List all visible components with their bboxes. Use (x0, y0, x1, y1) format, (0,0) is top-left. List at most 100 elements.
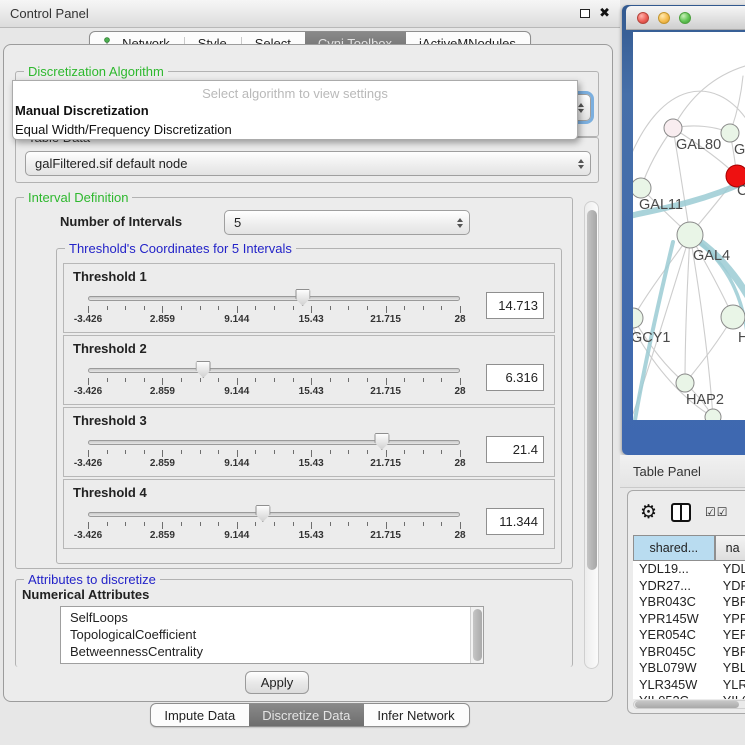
slider-thumb[interactable] (255, 505, 270, 522)
table-hscrollbar[interactable] (633, 700, 745, 709)
tick-mark (88, 306, 89, 313)
tick-mark (181, 306, 182, 310)
table-row[interactable]: YBR043CYBR0 (633, 594, 745, 611)
control-panel-titlebar: Control Panel ✖ (0, 0, 620, 28)
tab-impute-data[interactable]: Impute Data (151, 704, 249, 726)
threshold-card: Threshold 2-3.4262.8599.14415.4321.71528… (63, 335, 555, 405)
scale-label: -3.426 (74, 386, 102, 397)
list-item-topologicalcoefficient[interactable]: TopologicalCoefficient (61, 626, 483, 643)
table-cell: YBR043C (633, 594, 715, 611)
tab-label: Impute Data (164, 708, 235, 723)
table-cell: YLR3 (715, 677, 745, 694)
table-row[interactable]: YBR045CYBR0 (633, 644, 745, 661)
tab-infer-network[interactable]: Infer Network (364, 704, 468, 726)
slider-thumb[interactable] (196, 361, 211, 378)
table-row[interactable]: YIL052CYIL0 (633, 693, 745, 699)
table-row[interactable]: YLR345WYLR3 (633, 677, 745, 694)
threshold-row: -3.4262.8599.14415.4321.71528 21.4 (64, 428, 554, 470)
network-view-window: GAL80GACGAL11GAL4GCY1HHAP2 (622, 5, 745, 455)
column-header-shared[interactable]: shared... (633, 535, 715, 561)
slider-track[interactable] (88, 512, 460, 517)
threshold-value-field[interactable]: 6.316 (486, 364, 544, 391)
slider-scale-labels: -3.4262.8599.14415.4321.71528 (88, 386, 460, 398)
tick-mark (181, 522, 182, 526)
tick-mark (237, 378, 238, 385)
tick-mark (125, 450, 126, 454)
dropdown-item-equal-width-frequency-discretization[interactable]: Equal Width/Frequency Discretization (13, 120, 577, 139)
network-node-gal4[interactable] (677, 222, 703, 248)
threshold-slider[interactable]: -3.4262.8599.14415.4321.71528 (88, 500, 460, 542)
gear-icon[interactable]: ⚙ (640, 503, 657, 522)
list-item-selfloops[interactable]: SelfLoops (61, 609, 483, 626)
slider-ticks (88, 522, 460, 530)
slider-scale-labels: -3.4262.8599.14415.4321.71528 (88, 530, 460, 542)
table-row[interactable]: YDL19...YDL1 (633, 561, 745, 578)
network-node-hap2[interactable] (676, 374, 694, 392)
slider-thumb[interactable] (374, 433, 389, 450)
threshold-value-field[interactable]: 11.344 (486, 508, 544, 535)
node-table: shared...na YDL19...YDL1YDR27...YDR2YBR0… (633, 535, 745, 709)
scrollbar-thumb[interactable] (635, 701, 739, 708)
number-of-intervals-combobox[interactable]: 5 (224, 210, 470, 235)
table-cell: YBL079W (633, 660, 715, 677)
threshold-slider[interactable]: -3.4262.8599.14415.4321.71528 (88, 284, 460, 326)
network-node-gal11[interactable] (633, 178, 651, 198)
network-node-gal80[interactable] (664, 119, 682, 137)
tick-mark (255, 378, 256, 382)
scale-label: 15.43 (299, 458, 324, 469)
table-row[interactable]: YBL079WYBL0 (633, 660, 745, 677)
list-scrollbar[interactable] (470, 607, 483, 663)
apply-button[interactable]: Apply (245, 671, 309, 694)
slider-thumb[interactable] (295, 289, 310, 306)
select-columns-checkboxes-icon[interactable]: ☑☑ (705, 506, 729, 518)
combo-stepper-icon[interactable] (578, 159, 584, 169)
table-row[interactable]: YPR145WYPR1 (633, 611, 745, 628)
slider-track[interactable] (88, 440, 460, 445)
slider-ticks (88, 450, 460, 458)
threshold-slider[interactable]: -3.4262.8599.14415.4321.71528 (88, 356, 460, 398)
table-cell: YDL1 (715, 561, 745, 578)
zoom-traffic-light-icon[interactable] (679, 12, 691, 24)
columns-icon[interactable] (671, 503, 691, 522)
table-row[interactable]: YDR27...YDR2 (633, 578, 745, 595)
tick-mark (423, 378, 424, 382)
network-node-unlabeled[interactable] (705, 409, 721, 420)
network-node-gcy1[interactable] (633, 308, 643, 328)
combo-stepper-icon[interactable] (578, 103, 584, 113)
threshold-slider[interactable]: -3.4262.8599.14415.4321.71528 (88, 428, 460, 470)
close-icon[interactable]: ✖ (599, 7, 610, 20)
table-cell: YPR145W (633, 611, 715, 628)
float-window-icon[interactable] (580, 9, 590, 18)
network-canvas[interactable]: GAL80GACGAL11GAL4GCY1HHAP2 (633, 32, 745, 420)
table-row[interactable]: YER054CYER0 (633, 627, 745, 644)
tab-discretize-data[interactable]: Discretize Data (249, 704, 364, 726)
group-title: Interval Definition (24, 190, 132, 205)
column-header-na[interactable]: na (715, 535, 745, 561)
group-title: Attributes to discretize (24, 572, 160, 587)
threshold-value-field[interactable]: 14.713 (486, 292, 544, 319)
node-label: HAP2 (686, 392, 724, 408)
tick-mark (293, 522, 294, 526)
tick-mark (386, 450, 387, 457)
threshold-value-field[interactable]: 21.4 (486, 436, 544, 463)
tick-mark (367, 522, 368, 526)
tick-mark (107, 306, 108, 310)
slider-track[interactable] (88, 368, 460, 373)
tick-mark (144, 306, 145, 310)
scrollbar-thumb[interactable] (587, 210, 597, 570)
minimize-traffic-light-icon[interactable] (658, 12, 670, 24)
network-node-h[interactable] (721, 305, 745, 329)
combo-stepper-icon[interactable] (457, 218, 463, 228)
slider-track[interactable] (88, 296, 460, 301)
network-window-titlebar[interactable] (626, 6, 745, 30)
close-traffic-light-icon[interactable] (637, 12, 649, 24)
table-data-combobox[interactable]: galFiltered.sif default node (25, 151, 591, 176)
panel-scrollbar[interactable] (584, 201, 599, 669)
tick-mark (311, 306, 312, 313)
network-node-ga[interactable] (721, 124, 739, 142)
list-item-betweennesscentrality[interactable]: BetweennessCentrality (61, 643, 483, 660)
dropdown-item-manual-discretization[interactable]: Manual Discretization (13, 101, 577, 120)
table-cell: YDR2 (715, 578, 745, 595)
numerical-attributes-list[interactable]: SelfLoopsTopologicalCoefficientBetweenne… (60, 606, 484, 664)
tick-mark (237, 306, 238, 313)
